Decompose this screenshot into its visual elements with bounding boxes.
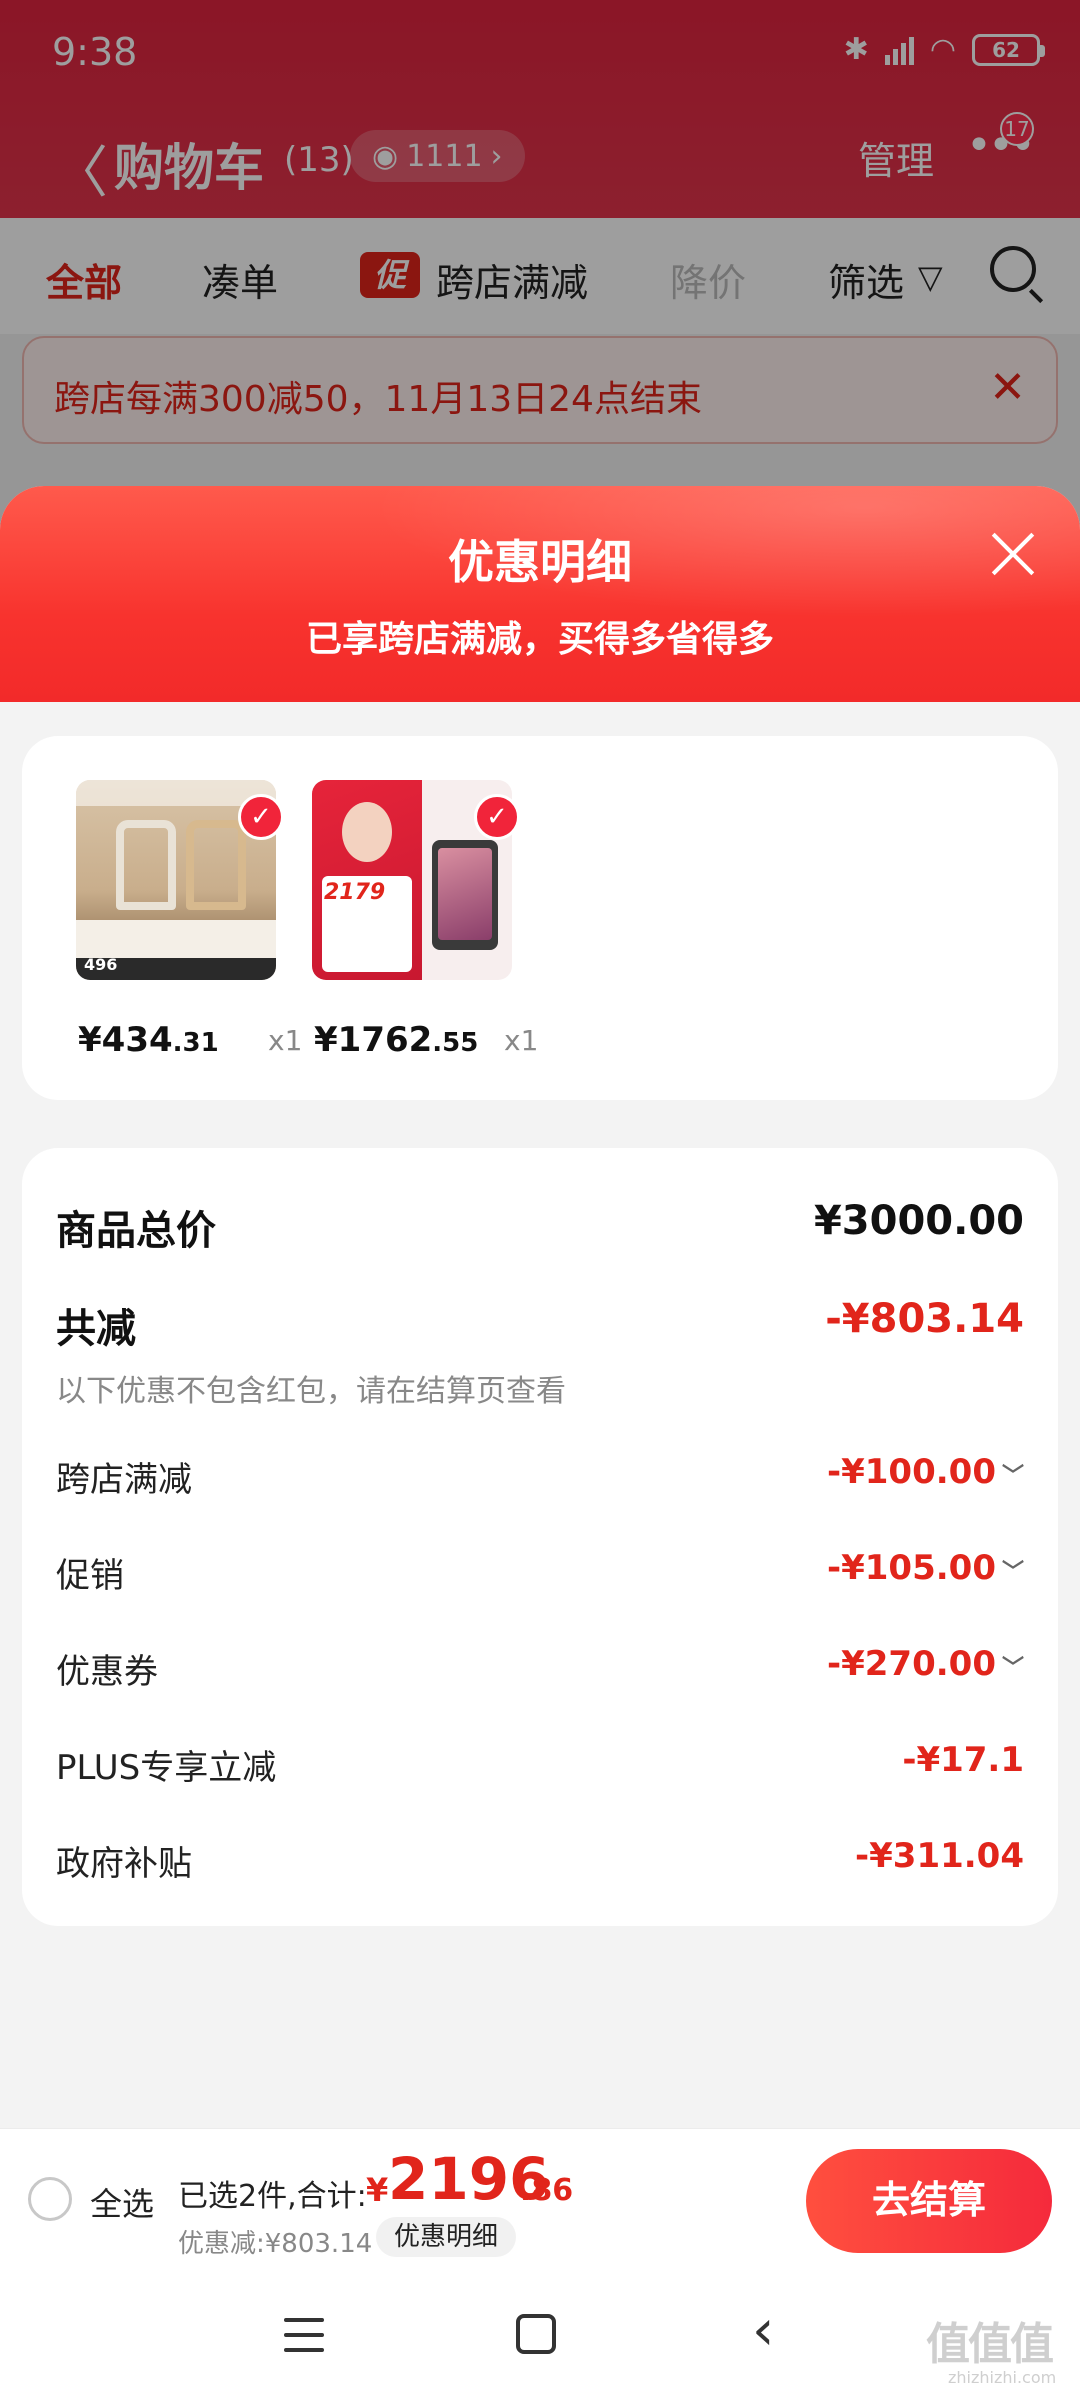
discount-label: 促销 [56, 1556, 124, 1596]
discount-label: 跨店满减 [56, 1460, 192, 1500]
chevron-down-icon: ﹀ [1001, 1559, 1024, 1585]
product-image-tag: 496 [84, 955, 118, 974]
sheet-subtitle: 已享跨店满减，买得多省得多 [305, 619, 774, 660]
discount-value: -¥105.00 ﹀ [827, 1548, 1024, 1588]
checkout-bar: 全选 已选2件,合计: ¥ 2196 .86 优惠减:¥803.14 优惠明细 … [0, 2128, 1080, 2268]
discount-label: 政府补贴 [56, 1844, 192, 1884]
watermark-url: zhizhizhi.com [948, 2368, 1057, 2387]
system-nav-bar: ‹ 值值值 zhizhizhi.com [0, 2268, 1080, 2400]
chevron-down-icon: ﹀ [1001, 1463, 1024, 1489]
goods-total-value: ¥3000.00 [813, 1198, 1024, 1244]
discount-label: 优惠券 [56, 1652, 158, 1692]
total-reduce-label: 共减 [56, 1306, 136, 1352]
product-image-tag: 2179 [324, 880, 386, 905]
discount-note: 以下优惠不包含红包，请在结算页查看 [56, 1374, 566, 1409]
total-currency: ¥ [366, 2171, 389, 2209]
discount-value: -¥311.04 [855, 1836, 1024, 1876]
chevron-down-icon: ﹀ [1001, 1655, 1024, 1681]
product-price: ¥434.31 [78, 1020, 219, 1060]
sheet-title: 优惠明细 [448, 535, 632, 589]
checkmark-icon: ✓ [474, 794, 520, 840]
product-qty: x1 [268, 1024, 303, 1057]
discount-value: -¥17.1 [902, 1740, 1024, 1780]
select-all-label[interactable]: 全选 [90, 2179, 154, 2225]
price-detail-card: 商品总价 ¥3000.00 共减 -¥803.14 以下优惠不包含红包，请在结算… [22, 1148, 1058, 1926]
menu-icon[interactable] [284, 2318, 324, 2352]
checkout-button[interactable]: 去结算 [806, 2149, 1052, 2253]
selected-count-text: 已选2件,合计: [178, 2179, 367, 2214]
home-icon[interactable] [516, 2314, 556, 2354]
product-qty: x1 [504, 1024, 539, 1057]
watermark-logo: 值值值 [926, 2319, 1054, 2370]
selected-products-card: 496 ✓ ¥434.31 x1 2179 ✓ ¥1762.55 x1 [22, 736, 1058, 1100]
discount-value: -¥100.00 ﹀ [827, 1452, 1024, 1492]
discount-label: PLUS专享立减 [56, 1748, 277, 1788]
discount-summary: 优惠减:¥803.14 [178, 2229, 373, 2259]
goods-total-label: 商品总价 [56, 1208, 216, 1254]
product-price: ¥1762.55 [314, 1020, 479, 1060]
select-all-radio[interactable] [28, 2177, 72, 2221]
discount-value: -¥270.00 ﹀ [827, 1644, 1024, 1684]
total-reduce-value: -¥803.14 [825, 1296, 1024, 1342]
discount-detail-sheet: 优惠明细 已享跨店满减，买得多省得多 496 ✓ ¥434.31 x1 2179 [0, 486, 1080, 2128]
total-amount-decimal: .86 [520, 2173, 574, 2208]
sheet-header: 优惠明细 已享跨店满减，买得多省得多 [0, 486, 1080, 702]
close-icon[interactable] [990, 530, 1036, 576]
checkmark-icon: ✓ [238, 794, 284, 840]
discount-detail-button[interactable]: 优惠明细 [376, 2217, 517, 2257]
back-icon[interactable]: ‹ [752, 2298, 774, 2363]
